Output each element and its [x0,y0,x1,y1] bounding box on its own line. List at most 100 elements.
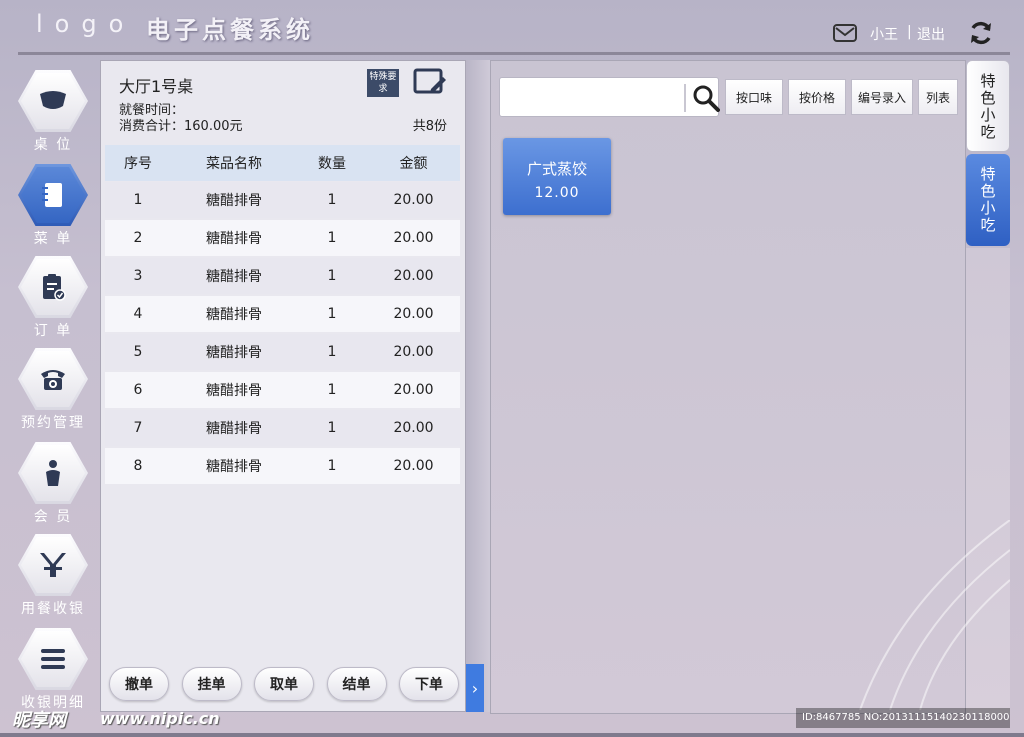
cell-amount: 20.00 [393,382,434,398]
yen-icon [40,553,66,577]
cell-qty: 1 [327,230,337,246]
cell-dish: 糖醋排骨 [206,421,262,437]
chevron-right-icon[interactable]: › [466,664,484,712]
cell-amount: 20.00 [393,192,434,208]
logout-link[interactable]: 退出 [917,24,945,44]
table-row[interactable]: 8 糖醋排骨 1 20.00 [105,448,460,484]
cell-amount: 20.00 [393,268,434,284]
header-separator: | [907,24,912,40]
app-title: 电子点餐系统 [146,16,314,44]
refresh-icon[interactable] [968,20,994,46]
column-header: 序号 [124,156,152,172]
table-row[interactable]: 7 糖醋排骨 1 20.00 [105,410,460,446]
search-box [499,77,720,117]
sidebar-item-members[interactable]: 会 员 [18,442,88,532]
cell-index: 7 [133,420,143,436]
list-view-button[interactable]: 列表 [918,79,958,115]
cell-index: 2 [133,230,143,246]
category-label: 特色小吃 [980,72,996,141]
sidebar-item-label: 桌 位 [33,137,73,153]
cell-dish: 糖醋排骨 [206,193,262,209]
dish-name: 广式蒸饺 [526,160,587,178]
column-header: 金额 [399,156,428,172]
filter-taste-button[interactable]: 按口味 [725,79,783,115]
sidebar-item-orders[interactable]: 订 单 [18,256,88,346]
cell-dish: 糖醋排骨 [206,345,262,361]
table-row[interactable]: 3 糖醋排骨 1 20.00 [105,258,460,294]
sidebar-item-label: 订 单 [33,323,73,339]
sidebar-item-menu[interactable]: 菜 单 [18,164,88,254]
table-row[interactable]: 1 糖醋排骨 1 20.00 [105,182,460,218]
dish-card[interactable]: 广式蒸饺 12.00 [503,138,611,215]
top-bar: logo 电子点餐系统 小王 | 退出 [0,0,1024,52]
order-panel: 大厅1号桌 就餐时间： 消费合计：160.00元 共8份 特殊要求 序号 菜品名… [100,60,466,712]
sidebar: 桌 位 菜 单 订 单 预约管理 会 员 用餐收银 收银明细 [0,58,100,718]
panel-divider [466,60,490,712]
dish-price: 12.00 [534,185,580,201]
cell-amount: 20.00 [393,420,434,436]
sidebar-item-label: 菜 单 [33,231,73,247]
header-divider [18,52,1010,55]
filter-price-button[interactable]: 按价格 [788,79,846,115]
column-header: 数量 [318,156,346,172]
list-lines-icon [41,649,65,669]
table-row[interactable]: 6 糖醋排骨 1 20.00 [105,372,460,408]
table-icon [40,91,66,109]
place-order-button[interactable]: 下单 [399,667,459,701]
sidebar-item-reservations[interactable]: 预约管理 [18,348,88,438]
cell-amount: 20.00 [393,230,434,246]
cell-qty: 1 [327,306,337,322]
settle-order-button[interactable]: 结单 [326,667,387,701]
cell-index: 8 [133,458,143,474]
category-tab-active[interactable]: 特色小吃 [966,154,1010,246]
search-input[interactable] [504,82,680,112]
cell-amount: 20.00 [393,306,434,322]
cell-dish: 糖醋排骨 [206,307,262,323]
cell-index: 6 [133,382,143,398]
retrieve-order-button[interactable]: 取单 [254,667,314,701]
sidebar-item-label: 用餐收银 [21,601,85,617]
category-tab[interactable]: 特色小吃 [966,60,1010,152]
order-total: 消费合计：160.00元 [119,119,243,134]
cell-index: 4 [133,306,143,322]
sidebar-item-tables[interactable]: 桌 位 [18,70,88,160]
sidebar-item-checkout[interactable]: 用餐收银 [18,534,88,624]
table-row[interactable]: 4 糖醋排骨 1 20.00 [105,296,460,332]
cell-index: 3 [133,268,143,284]
sidebar-item-checkout-details[interactable]: 收银明细 [18,628,88,718]
order-table-header: 序号 菜品名称 数量 金额 [105,145,460,181]
edit-icon[interactable] [413,67,447,97]
table-row[interactable]: 5 糖醋排骨 1 20.00 [105,334,460,370]
bottom-border [0,733,1024,737]
cancel-order-button[interactable]: 撤单 [109,667,169,701]
table-row[interactable]: 2 糖醋排骨 1 20.00 [105,220,460,256]
person-icon [46,460,60,486]
telephone-icon [41,370,65,390]
sidebar-item-label: 预约管理 [21,415,85,431]
code-entry-button[interactable]: 编号录入 [851,79,913,115]
search-icon[interactable] [692,84,720,112]
category-label: 特色小吃 [980,165,996,234]
cell-dish: 糖醋排骨 [206,231,262,247]
order-count: 共8份 [412,119,447,134]
cell-qty: 1 [327,344,337,360]
cell-index: 1 [133,192,143,208]
watermark-brand: 昵享网 [12,710,66,731]
cell-qty: 1 [327,268,337,284]
cell-qty: 1 [327,420,337,436]
cell-qty: 1 [327,192,337,208]
order-actions: 撤单 挂单 取单 结单 下单 [109,667,459,701]
hold-order-button[interactable]: 挂单 [181,667,242,701]
special-request-button[interactable]: 特殊要求 [367,69,399,97]
cell-qty: 1 [327,458,337,474]
decorative-swoosh [859,520,1010,710]
cell-amount: 20.00 [393,344,434,360]
mail-icon[interactable] [833,24,857,42]
cell-qty: 1 [327,382,337,398]
column-header: 菜品名称 [206,156,262,172]
sidebar-item-label: 会 员 [33,509,73,525]
cell-dish: 糖醋排骨 [206,459,262,475]
cell-dish: 糖醋排骨 [206,383,262,399]
watermark-id: ID:8467785 NO:20131115140230118000 [796,708,1010,728]
cell-index: 5 [133,344,143,360]
